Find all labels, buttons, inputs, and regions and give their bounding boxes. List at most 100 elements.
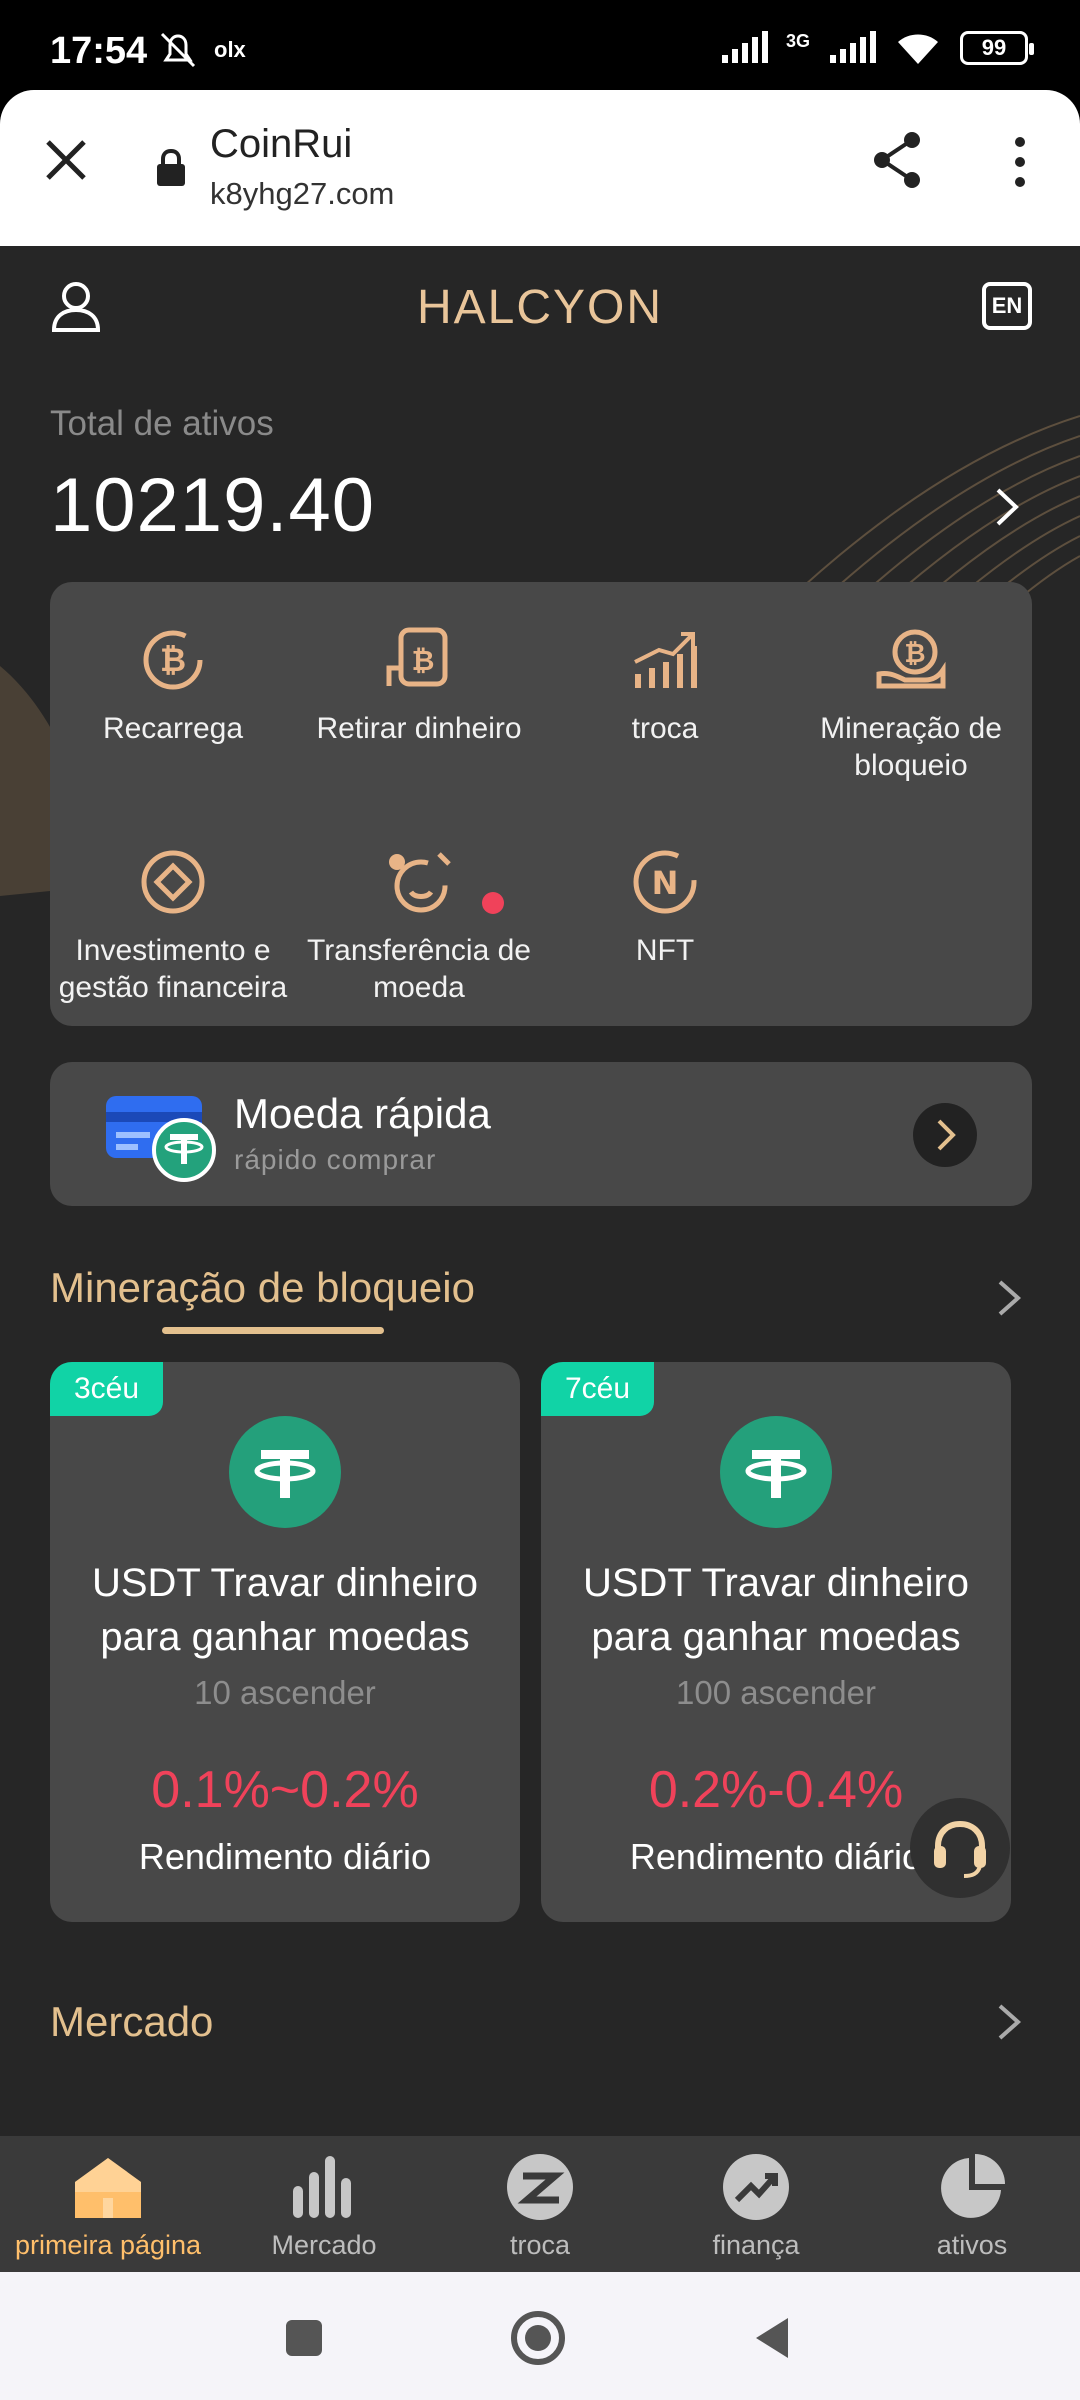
- total-assets-label: Total de ativos: [50, 404, 274, 443]
- pie-chart-icon: [941, 2154, 1005, 2218]
- quick-coin-title: Moeda rápida: [234, 1090, 491, 1137]
- market-section-title: Mercado: [50, 1998, 214, 2045]
- mining-badge: 3céu: [50, 1362, 164, 1416]
- svg-text:₿: ₿: [412, 644, 435, 677]
- page-url[interactable]: k8yhg27.com: [210, 176, 394, 212]
- menu-item-label: troca: [631, 712, 699, 745]
- svg-text:N: N: [652, 864, 679, 902]
- nav-tab-assets[interactable]: ativos: [864, 2152, 1080, 2261]
- app-page: HALCYON EN Total de ativos 10219.40 ₿ Re…: [0, 246, 1080, 2136]
- section-underline: [162, 1327, 384, 1334]
- chevron-right-icon[interactable]: [994, 1276, 1024, 1320]
- menu-item-lock-mining[interactable]: ₿ Mineração de bloqueio: [788, 624, 1034, 784]
- total-assets-value: 10219.40: [50, 463, 375, 548]
- mining-minimum: 10 ascender: [194, 1674, 376, 1711]
- system-navigation-bar: [0, 2272, 1080, 2400]
- product-name-line-1: USDT Travar dinheiro: [582, 1561, 970, 1605]
- nav-tab-market[interactable]: Mercado: [216, 2152, 432, 2261]
- menu-item-nft[interactable]: N NFT: [542, 846, 788, 969]
- nav-tab-finance[interactable]: finança: [648, 2152, 864, 2261]
- bitcoin-cycle-icon: ₿: [143, 630, 203, 690]
- quick-coin-subtitle: rápido comprar: [234, 1144, 437, 1175]
- notification-dot: [482, 892, 504, 914]
- more-menu-icon[interactable]: [1000, 134, 1040, 190]
- nav-label: Mercado: [271, 2230, 377, 2260]
- trade-chart-icon: [634, 632, 697, 688]
- lock-icon: [157, 148, 185, 186]
- svg-text:olx: olx: [214, 37, 247, 62]
- exchange-icon: [507, 2154, 573, 2220]
- nav-label: ativos: [936, 2230, 1008, 2260]
- svg-text:₿: ₿: [904, 639, 925, 669]
- product-name-line-2: para ganhar moedas: [591, 1615, 961, 1659]
- menu-item-trade[interactable]: troca: [542, 624, 788, 747]
- product-name-line-2: para ganhar moedas: [100, 1615, 470, 1659]
- trend-up-icon: [723, 2154, 789, 2220]
- menu-item-investment[interactable]: Investimento e gestão financeira: [50, 846, 296, 1006]
- menu-item-withdraw[interactable]: ₿ Retirar dinheiro: [296, 624, 542, 747]
- bitcoin-withdraw-icon: ₿: [386, 627, 448, 687]
- battery-icon: 99: [960, 31, 1034, 65]
- bitcoin-hand-icon: ₿: [876, 629, 946, 689]
- mining-badge: 7céu: [541, 1362, 655, 1416]
- mute-bell-icon: [160, 32, 196, 68]
- signal-icon: [830, 31, 876, 63]
- recent-apps-icon[interactable]: [274, 2308, 334, 2368]
- chevron-right-icon[interactable]: [990, 484, 1024, 530]
- quick-coin-card[interactable]: Moeda rápida rápido comprar: [50, 1062, 1032, 1206]
- signal-icon: [721, 31, 768, 63]
- mining-minimum: 100 ascender: [676, 1674, 876, 1711]
- back-icon[interactable]: [744, 2308, 804, 2368]
- menu-item-recharge[interactable]: ₿ Recarrega: [50, 624, 296, 747]
- svg-text:₿: ₿: [160, 641, 186, 679]
- brand-title: HALCYON: [416, 281, 664, 334]
- customer-support-button[interactable]: [910, 1798, 1010, 1898]
- nav-tab-home[interactable]: primeira página: [0, 2152, 216, 2261]
- menu-item-label: Recarrega: [102, 712, 244, 745]
- menu-item-coin-transfer[interactable]: Transferência de moeda: [296, 846, 542, 1006]
- menu-item-label: Mineração de bloqueio: [820, 712, 1002, 782]
- mining-section-title: Mineração de bloqueio: [50, 1264, 475, 1311]
- network-type: 3G: [785, 30, 810, 51]
- home-button-icon[interactable]: [508, 2308, 568, 2368]
- bottom-navigation: primeira página Mercado troca finança at…: [0, 2136, 1080, 2272]
- status-left-icons: olx: [156, 30, 260, 70]
- mining-product-name: USDT Travar dinheiro para ganhar moedas: [50, 1556, 520, 1664]
- nav-label: troca: [509, 2230, 571, 2260]
- status-right-icons: 3G 99: [720, 30, 1034, 66]
- nav-label: finança: [712, 2230, 800, 2260]
- menu-item-label: NFT: [635, 934, 695, 967]
- mining-yield-label: Rendimento diário: [138, 1836, 432, 1877]
- mining-rate: 0.1%~0.2%: [151, 1761, 419, 1819]
- tether-icon: [720, 1416, 832, 1528]
- status-bar: 17:54 olx 3G 99: [0, 0, 1080, 90]
- headset-icon: [934, 1820, 986, 1878]
- share-icon[interactable]: [868, 130, 928, 190]
- product-name-line-1: USDT Travar dinheiro: [91, 1561, 479, 1605]
- language-switch-button[interactable]: EN: [982, 282, 1032, 330]
- chevron-right-icon[interactable]: [994, 2000, 1024, 2044]
- chevron-right-circle-icon[interactable]: [912, 1102, 978, 1168]
- tether-icon: [229, 1416, 341, 1528]
- diamond-circle-icon: [141, 850, 205, 914]
- browser-toolbar: CoinRui k8yhg27.com: [0, 90, 1080, 246]
- mining-product-name: USDT Travar dinheiro para ganhar moedas: [541, 1556, 1011, 1664]
- battery-level: 99: [981, 35, 1007, 60]
- nav-label: primeira página: [14, 2230, 202, 2260]
- card-tether-icon: [106, 1096, 216, 1182]
- menu-item-label: Retirar dinheiro: [316, 712, 522, 745]
- feature-menu-card: ₿ Recarrega ₿ Retirar dinheiro troca ₿ M…: [50, 582, 1032, 1026]
- nft-icon: N: [633, 850, 697, 914]
- nav-tab-trade[interactable]: troca: [432, 2152, 648, 2261]
- bar-chart-icon: [293, 2156, 351, 2218]
- menu-item-label: Investimento e gestão financeira: [58, 934, 288, 1004]
- menu-item-label: Transferência de moeda: [306, 934, 531, 1004]
- page-title: CoinRui: [210, 122, 353, 166]
- olx-icon: olx: [214, 37, 247, 62]
- close-icon[interactable]: [40, 134, 92, 186]
- mining-product-card[interactable]: 3céu USDT Travar dinheiro para ganhar moe…: [50, 1362, 520, 1922]
- home-icon: [75, 2158, 141, 2218]
- status-time: 17:54: [50, 30, 148, 72]
- wifi-icon: [898, 34, 938, 64]
- alarm-transfer-icon: [389, 852, 451, 913]
